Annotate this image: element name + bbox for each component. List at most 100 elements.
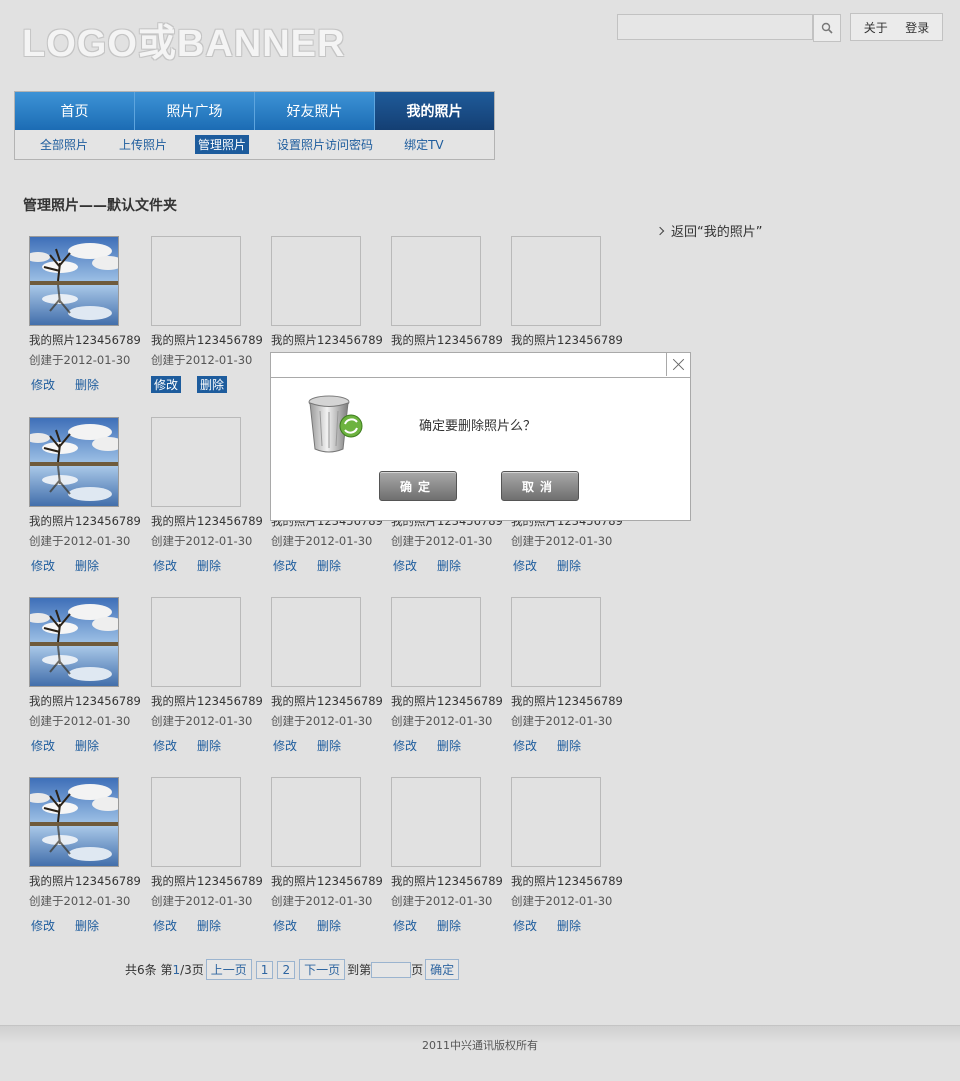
subnav-manage-photos[interactable]: 管理照片: [195, 135, 250, 154]
next-page-button[interactable]: 下一页: [299, 959, 346, 980]
photo-item: 我的照片123456789 创建于2012-01-30 修改删除: [511, 597, 631, 754]
edit-photo-link[interactable]: 修改: [29, 376, 57, 393]
photo-actions: 修改删除: [271, 917, 391, 934]
photo-date: 创建于2012-01-30: [29, 534, 131, 548]
photo-thumbnail[interactable]: [29, 597, 119, 687]
about-link[interactable]: 关于: [864, 19, 888, 36]
edit-photo-link[interactable]: 修改: [391, 737, 419, 754]
delete-photo-link[interactable]: 删除: [555, 557, 583, 574]
photo-date: 创建于2012-01-30: [511, 534, 613, 548]
photo-thumbnail[interactable]: [511, 777, 601, 867]
delete-photo-link[interactable]: 删除: [435, 557, 463, 574]
edit-photo-link[interactable]: 修改: [511, 737, 539, 754]
edit-photo-link[interactable]: 修改: [511, 917, 539, 934]
delete-photo-link[interactable]: 删除: [73, 376, 101, 393]
delete-photo-link[interactable]: 删除: [315, 557, 343, 574]
photo-date: 创建于2012-01-30: [271, 714, 373, 728]
delete-photo-link[interactable]: 删除: [315, 737, 343, 754]
photo-name: 我的照片123456789: [391, 333, 503, 347]
goto-page-input[interactable]: [371, 961, 412, 978]
close-icon[interactable]: [666, 353, 690, 376]
photo-name: 我的照片123456789: [271, 694, 383, 708]
photo-thumbnail[interactable]: [271, 777, 361, 867]
prev-page-button[interactable]: 上一页: [205, 959, 252, 980]
edit-photo-link[interactable]: 修改: [151, 917, 179, 934]
footer: 2011中兴通讯版权所有: [0, 1025, 960, 1081]
edit-photo-link[interactable]: 修改: [29, 917, 57, 934]
delete-photo-link[interactable]: 删除: [73, 917, 101, 934]
photo-thumbnail[interactable]: [511, 236, 601, 326]
photo-thumbnail-image: [30, 598, 118, 686]
page-2-button[interactable]: 2: [277, 960, 296, 979]
tab-photo-square[interactable]: 照片广场: [135, 92, 255, 130]
edit-photo-link[interactable]: 修改: [151, 376, 182, 393]
delete-photo-link[interactable]: 删除: [195, 557, 223, 574]
photo-date: 创建于2012-01-30: [511, 714, 613, 728]
edit-photo-link[interactable]: 修改: [391, 557, 419, 574]
photo-item: 我的照片123456789 创建于2012-01-30 修改删除: [29, 597, 149, 754]
dialog-cancel-button[interactable]: 取消: [501, 471, 579, 501]
nav-tabs: 首页 照片广场 好友照片 我的照片: [15, 92, 494, 130]
search-button[interactable]: [813, 14, 841, 42]
delete-photo-link[interactable]: 删除: [555, 737, 583, 754]
photo-date: 创建于2012-01-30: [271, 534, 373, 548]
edit-photo-link[interactable]: 修改: [29, 557, 57, 574]
edit-photo-link[interactable]: 修改: [271, 737, 299, 754]
photo-actions: 修改删除: [151, 917, 271, 934]
photo-item: 我的照片123456789 创建于2012-01-30 修改删除: [511, 777, 631, 934]
edit-photo-link[interactable]: 修改: [271, 557, 299, 574]
back-to-my-photos-link[interactable]: 返回“我的照片”: [655, 221, 763, 240]
edit-photo-link[interactable]: 修改: [271, 917, 299, 934]
edit-photo-link[interactable]: 修改: [151, 737, 179, 754]
photo-thumbnail[interactable]: [29, 236, 119, 326]
photo-thumbnail[interactable]: [271, 597, 361, 687]
photo-item: 我的照片123456789 创建于2012-01-30 修改删除: [151, 597, 271, 754]
delete-photo-link[interactable]: 删除: [197, 376, 228, 393]
delete-photo-link[interactable]: 删除: [435, 737, 463, 754]
photo-thumbnail[interactable]: [151, 597, 241, 687]
photo-thumbnail[interactable]: [391, 777, 481, 867]
search-input[interactable]: [617, 14, 813, 40]
photo-item: 我的照片123456789 创建于2012-01-30 修改删除: [271, 777, 391, 934]
delete-photo-link[interactable]: 删除: [555, 917, 583, 934]
tab-friends-photos[interactable]: 好友照片: [255, 92, 375, 130]
delete-photo-link[interactable]: 删除: [195, 917, 223, 934]
photo-item: 我的照片123456789 创建于2012-01-30 修改删除: [29, 417, 149, 574]
photo-thumbnail[interactable]: [29, 777, 119, 867]
edit-photo-link[interactable]: 修改: [29, 737, 57, 754]
photo-thumbnail[interactable]: [29, 417, 119, 507]
goto-confirm-button[interactable]: 确定: [425, 959, 460, 980]
photo-item: 我的照片123456789 创建于2012-01-30 修改删除: [391, 597, 511, 754]
delete-photo-link[interactable]: 删除: [315, 917, 343, 934]
photo-actions: 修改删除: [271, 737, 391, 754]
photo-actions: 修改删除: [29, 917, 149, 934]
photo-name: 我的照片123456789: [511, 333, 623, 347]
photo-thumbnail[interactable]: [151, 417, 241, 507]
dialog-ok-button[interactable]: 确定: [379, 471, 457, 501]
back-link-label: 返回“我的照片”: [671, 225, 763, 240]
login-link[interactable]: 登录: [905, 19, 929, 36]
photo-thumbnail[interactable]: [271, 236, 361, 326]
photo-thumbnail[interactable]: [151, 236, 241, 326]
subnav-set-password[interactable]: 设置照片访问密码: [274, 135, 376, 154]
edit-photo-link[interactable]: 修改: [511, 557, 539, 574]
photo-actions: 修改删除: [151, 376, 271, 393]
tab-my-photos[interactable]: 我的照片: [375, 92, 494, 130]
photo-thumbnail[interactable]: [511, 597, 601, 687]
delete-photo-link[interactable]: 删除: [435, 917, 463, 934]
tab-home[interactable]: 首页: [15, 92, 135, 130]
delete-photo-link[interactable]: 删除: [195, 737, 223, 754]
footer-copyright: 2011中兴通讯版权所有: [422, 1039, 538, 1052]
photo-thumbnail[interactable]: [391, 597, 481, 687]
delete-photo-link[interactable]: 删除: [73, 557, 101, 574]
edit-photo-link[interactable]: 修改: [151, 557, 179, 574]
photo-thumbnail[interactable]: [391, 236, 481, 326]
subnav-upload-photos[interactable]: 上传照片: [116, 135, 170, 154]
subnav-bind-tv[interactable]: 绑定TV: [401, 135, 447, 154]
page-1-button[interactable]: 1: [255, 960, 274, 979]
edit-photo-link[interactable]: 修改: [391, 917, 419, 934]
page-title: 管理照片——默认文件夹: [23, 198, 177, 214]
delete-photo-link[interactable]: 删除: [73, 737, 101, 754]
photo-thumbnail[interactable]: [151, 777, 241, 867]
subnav-all-photos[interactable]: 全部照片: [37, 135, 91, 154]
